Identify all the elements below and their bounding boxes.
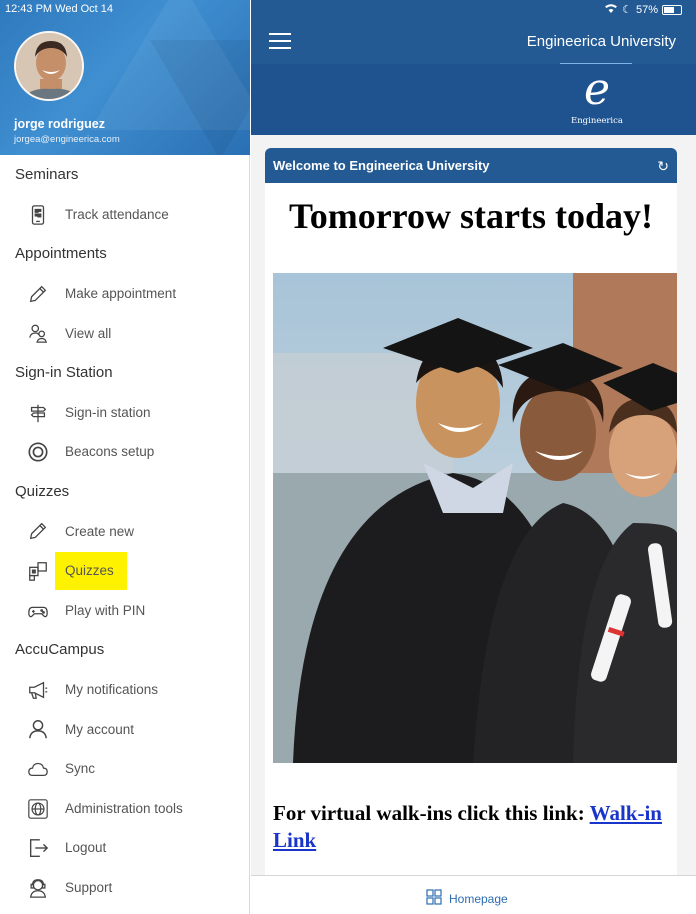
gamepad-icon (26, 600, 50, 622)
app-title: Engineerica University (526, 33, 676, 50)
menu-item-my-notifications[interactable]: My notifications (0, 670, 250, 710)
menu-item-label: Logout (65, 840, 107, 856)
logo-text: Engineerica (571, 116, 623, 126)
menu-item-quizzes[interactable]: Quizzes (0, 551, 250, 591)
menu-item-my-account[interactable]: My account (0, 709, 250, 749)
menu-item-beacons-setup[interactable]: Beacons setup (0, 432, 250, 472)
user-name: jorge rodriguez (14, 117, 105, 131)
grid-icon (426, 889, 442, 908)
menu-item-label: Make appointment (65, 286, 177, 302)
engineerica-logo: e Engineerica (557, 68, 637, 130)
menu-toggle-button[interactable] (269, 33, 291, 51)
welcome-card: Welcome to Engineerica University ↻ Tomo… (265, 148, 677, 875)
menu-item-play-with-pin[interactable]: Play with PIN (0, 591, 250, 631)
section-quizzes: Quizzes (15, 482, 70, 500)
section-sign-in-station: Sign-in Station (15, 363, 113, 381)
menu-item-label: Create new (65, 523, 135, 539)
target-icon (26, 441, 50, 463)
menu-item-create-new[interactable]: Create new (0, 511, 250, 551)
megaphone-icon (26, 679, 50, 701)
tab-homepage[interactable]: Homepage (426, 889, 508, 908)
wifi-icon (604, 3, 618, 16)
menu-item-administration-tools[interactable]: Administration tools (0, 789, 250, 829)
cloud-icon (26, 758, 50, 780)
menu-item-label: View all (65, 325, 112, 341)
support-icon (26, 877, 50, 899)
refresh-icon[interactable]: ↻ (657, 148, 669, 184)
app-header: ☾ 57% Engineerica University e Engineeri… (251, 0, 696, 135)
menu-item-label: Quizzes (65, 563, 114, 579)
moon-icon: ☾ (622, 4, 632, 16)
globe-icon (26, 798, 50, 820)
section-seminars: Seminars (15, 166, 79, 183)
user-email: jorgea@engineerica.com (14, 134, 120, 145)
signpost-icon (26, 402, 50, 424)
menu-item-label: Administration tools (65, 800, 183, 816)
menu-item-label: My notifications (65, 682, 159, 698)
menu-item-support[interactable]: Support (0, 868, 250, 908)
menu-item-make-appointment[interactable]: Make appointment (0, 274, 250, 314)
pencil-icon (26, 283, 50, 305)
menu-item-label: Beacons setup (65, 444, 155, 460)
menu-item-sign-in-station[interactable]: Sign-in station (0, 393, 250, 433)
menu-item-label: Sync (65, 761, 96, 777)
bottom-tab-bar: Homepage (251, 875, 696, 914)
menu-item-label: Sign-in station (65, 404, 151, 420)
battery-percent: 57% (635, 3, 658, 16)
menu-item-view-all[interactable]: View all (0, 313, 250, 353)
puzzle-icon (26, 560, 50, 582)
section-appointments: Appointments (15, 245, 107, 263)
qr-phone-icon (26, 204, 50, 226)
menu-item-logout[interactable]: Logout (0, 828, 250, 868)
walkin-text: For virtual walk-ins click this link: (273, 801, 590, 825)
headline: Tomorrow starts today! (289, 196, 653, 236)
avatar[interactable] (14, 31, 84, 101)
tab-homepage-label: Homepage (449, 891, 508, 906)
battery-icon (662, 4, 682, 15)
side-menu: 12:43 PM Wed Oct 14 jorge rodriguez jorg… (0, 0, 250, 914)
menu-item-label: Support (65, 879, 113, 895)
menu-item-label: Track attendance (65, 206, 169, 222)
menu-item-sync[interactable]: Sync (0, 749, 250, 789)
profile-header: 12:43 PM Wed Oct 14 jorge rodriguez jorg… (0, 0, 250, 155)
card-title: Welcome to Engineerica University (273, 158, 490, 173)
status-time: 12:43 PM Wed Oct 14 (5, 3, 114, 15)
menu-item-label: My account (65, 721, 135, 737)
people-icon (26, 322, 50, 344)
pencil-icon (26, 520, 50, 542)
menu-item-label: Play with PIN (65, 602, 146, 618)
menu-list: Seminars Track attendance Appointments M… (0, 155, 250, 907)
walkin-paragraph: For virtual walk-ins click this link: Wa… (273, 800, 673, 854)
section-accucampus: AccuCampus (15, 641, 105, 659)
user-icon (26, 718, 50, 740)
logout-icon (26, 837, 50, 859)
menu-item-track-attendance[interactable]: Track attendance (0, 195, 250, 235)
status-indicators: ☾ 57% (604, 3, 682, 16)
card-header: Welcome to Engineerica University ↻ (265, 148, 677, 183)
main-area: ☾ 57% Engineerica University e Engineeri… (251, 0, 696, 914)
graduates-photo (273, 273, 677, 763)
